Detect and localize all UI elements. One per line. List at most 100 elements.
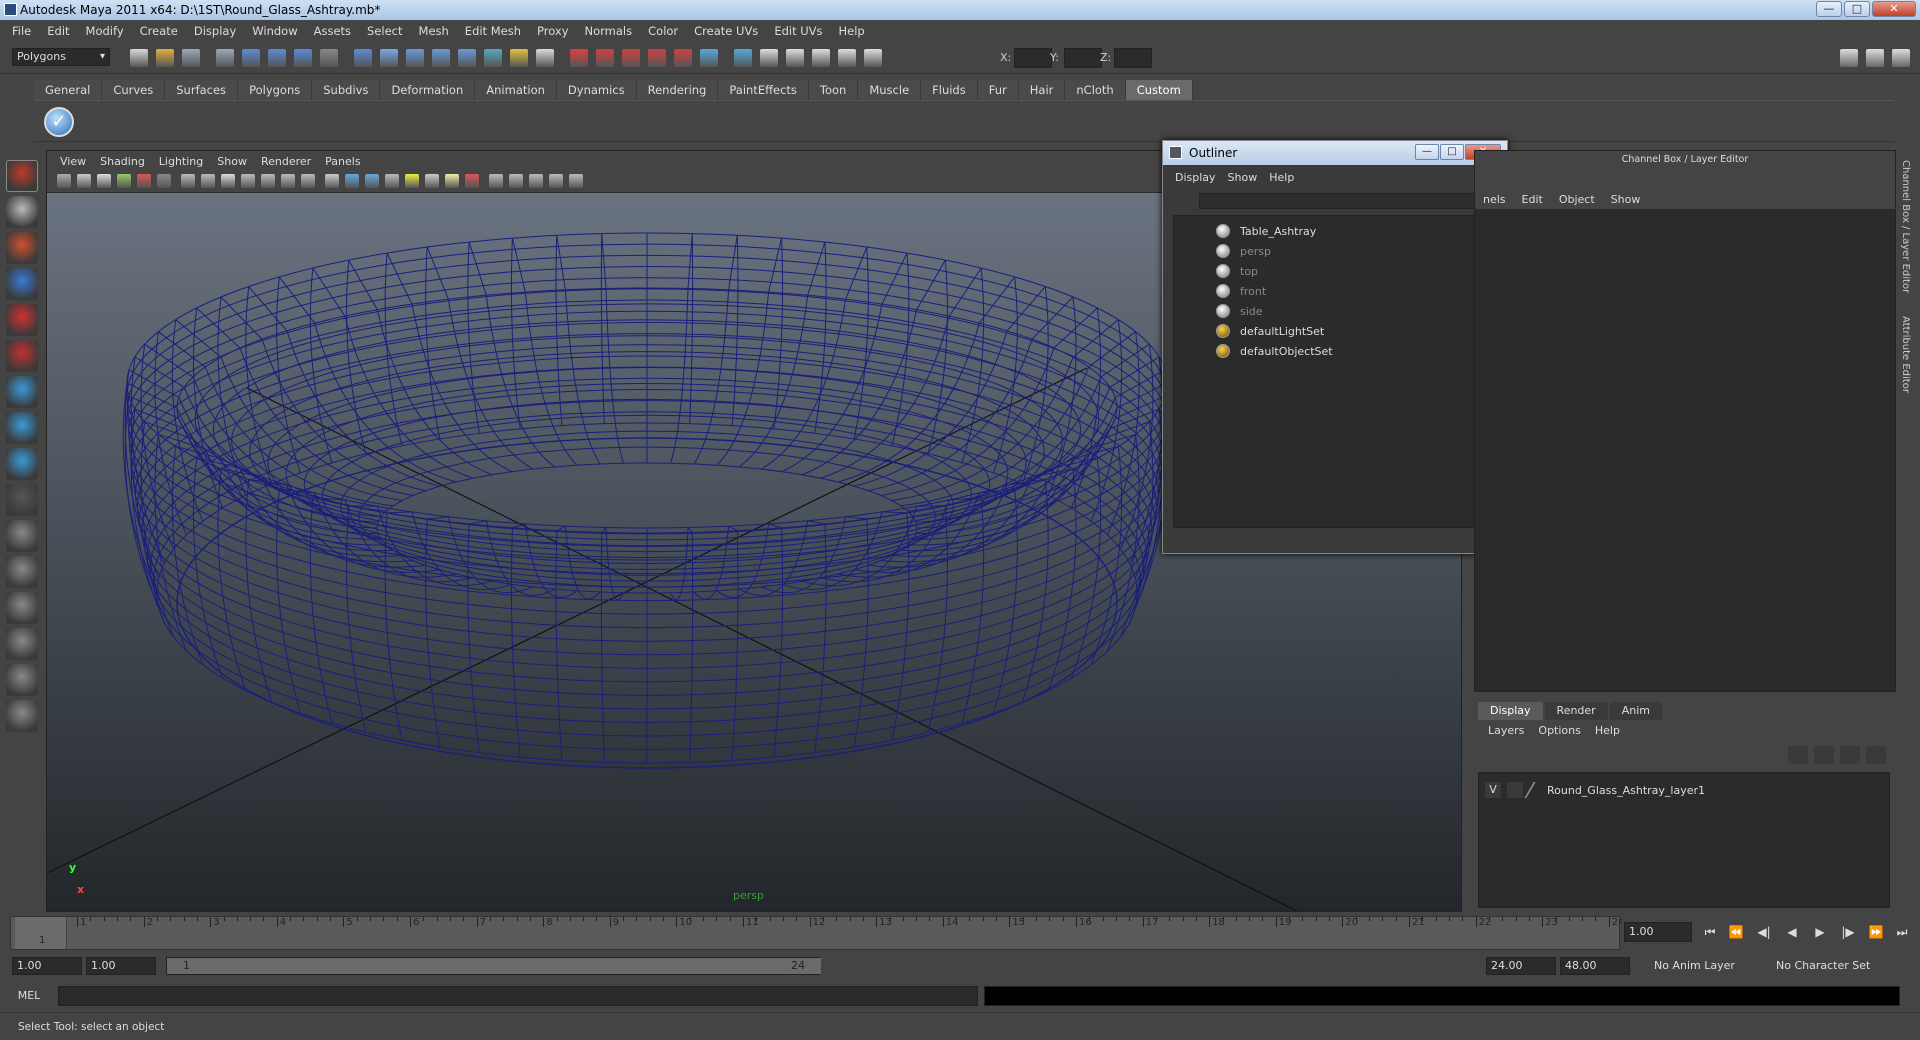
outliner-item-defaultlightset[interactable]: defaultLightSet: [1216, 322, 1324, 340]
viewport-menu-view[interactable]: View: [53, 155, 93, 168]
step-back-key-icon[interactable]: ⏪: [1728, 924, 1744, 940]
coord-x-field[interactable]: [1014, 48, 1052, 68]
layout-persp-trax-icon[interactable]: [6, 700, 38, 732]
manipulator-icon[interactable]: [6, 376, 38, 408]
new-layer-icon[interactable]: [1788, 746, 1808, 764]
shelf-tab-general[interactable]: General: [34, 80, 103, 100]
last-tool-icon[interactable]: [6, 484, 38, 516]
lasso-tool-icon[interactable]: [6, 196, 38, 228]
outliner-menu-show[interactable]: Show: [1224, 171, 1266, 184]
script-language-toggle[interactable]: MEL: [8, 988, 50, 1004]
select-tool-icon[interactable]: [6, 160, 38, 192]
layout-persp-graph-icon[interactable]: [6, 628, 38, 660]
viewport-tool-icon[interactable]: [137, 174, 151, 188]
toolbar-icon[interactable]: [182, 49, 200, 67]
viewport-tool-icon[interactable]: [345, 174, 359, 188]
menu-proxy[interactable]: Proxy: [529, 20, 577, 42]
viewport-tool-icon[interactable]: [221, 174, 235, 188]
viewport-tool-icon[interactable]: [425, 174, 439, 188]
menu-modify[interactable]: Modify: [78, 20, 132, 42]
viewport-tool-icon[interactable]: [261, 174, 275, 188]
viewport-tool-icon[interactable]: [201, 174, 215, 188]
shelf-tab-subdivs[interactable]: Subdivs: [312, 80, 381, 100]
outliner-item-top[interactable]: top: [1216, 262, 1258, 280]
command-input[interactable]: [58, 986, 978, 1006]
layout-quad-icon[interactable]: [1866, 49, 1884, 67]
viewport-tool-icon[interactable]: [281, 174, 295, 188]
toolbar-icon[interactable]: [786, 49, 804, 67]
toolbar-icon[interactable]: [596, 49, 614, 67]
viewport-tool-icon[interactable]: [549, 174, 563, 188]
channel-box-menu-nels[interactable]: nels: [1475, 191, 1514, 209]
toolbar-icon[interactable]: [484, 49, 502, 67]
menu-display[interactable]: Display: [186, 20, 244, 42]
channel-box-menu-show[interactable]: Show: [1603, 191, 1649, 209]
menu-window[interactable]: Window: [244, 20, 305, 42]
layer-menu-help[interactable]: Help: [1589, 724, 1628, 737]
maximize-button[interactable]: □: [1844, 1, 1870, 17]
layer-color-swatch[interactable]: [1524, 782, 1546, 798]
toolbar-icon[interactable]: [864, 49, 882, 67]
layer-list[interactable]: V Round_Glass_Ashtray_layer1: [1478, 772, 1890, 908]
shelf-tab-toon[interactable]: Toon: [808, 80, 859, 100]
outliner-maximize-button[interactable]: □: [1440, 144, 1464, 160]
layer-from-selected-icon[interactable]: [1814, 746, 1834, 764]
shelf-tab-dynamics[interactable]: Dynamics: [556, 80, 637, 100]
viewport-tool-icon[interactable]: [157, 174, 171, 188]
step-forward-key-icon[interactable]: ⏩: [1868, 924, 1884, 940]
coord-z-field[interactable]: [1114, 48, 1152, 68]
viewport-menu-shading[interactable]: Shading: [93, 155, 152, 168]
outliner-minimize-button[interactable]: —: [1415, 144, 1439, 160]
menu-normals[interactable]: Normals: [577, 20, 641, 42]
outliner-item-side[interactable]: side: [1216, 302, 1263, 320]
show-manip-icon[interactable]: [6, 448, 38, 480]
layer-row[interactable]: V Round_Glass_Ashtray_layer1: [1485, 781, 1705, 799]
animation-end-field[interactable]: 48.00: [1560, 957, 1630, 975]
toolbar-icon[interactable]: [536, 49, 554, 67]
shelf-tab-fluids[interactable]: Fluids: [921, 80, 978, 100]
minimize-button[interactable]: —: [1816, 1, 1842, 17]
toolbar-icon[interactable]: [320, 49, 338, 67]
character-set-dropdown[interactable]: No Character Set: [1772, 957, 1892, 975]
range-slider[interactable]: 1 24: [166, 957, 821, 975]
side-tab-attribute-editor[interactable]: Attribute Editor: [1900, 316, 1911, 393]
menu-edit[interactable]: Edit: [39, 20, 77, 42]
channel-box-menu-object[interactable]: Object: [1551, 191, 1603, 209]
toolbar-icon[interactable]: [570, 49, 588, 67]
checkmark-shelf-icon[interactable]: ✓: [44, 107, 74, 137]
viewport-menu-renderer[interactable]: Renderer: [254, 155, 318, 168]
outliner-menu-display[interactable]: Display: [1171, 171, 1224, 184]
toolbar-icon[interactable]: [432, 49, 450, 67]
toolbar-icon[interactable]: [734, 49, 752, 67]
outliner-toggle-icon[interactable]: [1892, 49, 1910, 67]
shelf-tab-custom[interactable]: Custom: [1125, 80, 1193, 100]
soft-mod-icon[interactable]: [6, 412, 38, 444]
animation-start-field[interactable]: 1.00: [12, 957, 82, 975]
step-back-frame-icon[interactable]: ◀|: [1756, 924, 1772, 940]
viewport-tool-icon[interactable]: [405, 174, 419, 188]
outliner-title-bar[interactable]: Outliner — □ ✕: [1163, 141, 1507, 165]
shelf-tab-surfaces[interactable]: Surfaces: [165, 80, 239, 100]
toolbar-icon[interactable]: [674, 49, 692, 67]
layout-persp-outliner-icon[interactable]: [6, 592, 38, 624]
current-time-field[interactable]: 1.00: [1624, 922, 1692, 942]
menu-file[interactable]: File: [4, 20, 39, 42]
outliner-item-front[interactable]: front: [1216, 282, 1266, 300]
viewport-menu-lighting[interactable]: Lighting: [152, 155, 210, 168]
menu-assets[interactable]: Assets: [306, 20, 359, 42]
layer-tab-display[interactable]: Display: [1478, 702, 1543, 720]
outliner-menu-help[interactable]: Help: [1265, 171, 1302, 184]
layer-visibility-toggle[interactable]: V: [1485, 782, 1501, 798]
menu-help[interactable]: Help: [831, 20, 873, 42]
play-forwards-icon[interactable]: ▶: [1812, 924, 1828, 940]
move-tool-icon[interactable]: [6, 268, 38, 300]
toolbar-icon[interactable]: [812, 49, 830, 67]
viewport-tool-icon[interactable]: [529, 174, 543, 188]
toolbar-icon[interactable]: [268, 49, 286, 67]
menu-set-selector[interactable]: Polygons: [12, 48, 110, 66]
toolbar-icon[interactable]: [130, 49, 148, 67]
toolbar-icon[interactable]: [760, 49, 778, 67]
shelf-tab-animation[interactable]: Animation: [475, 80, 557, 100]
toolbar-icon[interactable]: [700, 49, 718, 67]
go-to-start-icon[interactable]: ⏮: [1702, 924, 1718, 940]
